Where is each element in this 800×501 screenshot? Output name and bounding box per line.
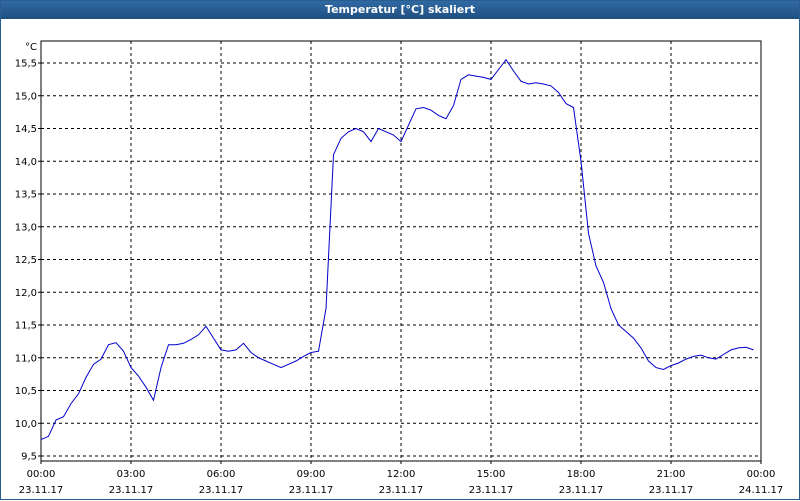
- y-tick-label: 11,5: [15, 321, 37, 332]
- x-tick-time-label: 12:00: [387, 469, 416, 480]
- x-tick-date-label: 23.11.17: [109, 485, 154, 496]
- y-tick-label: 12,0: [15, 288, 37, 299]
- y-tick-label: 12,5: [15, 255, 37, 266]
- chart-window: Temperatur [°C] skaliert 9,5 10,0 10,5 11,0…: [0, 0, 800, 500]
- y-tick-label: 10,5: [15, 386, 37, 397]
- y-tick-label: 9,5: [21, 452, 37, 463]
- y-tick-label: 14,0: [15, 157, 37, 168]
- temperature-chart: 9,5 10,0 10,5 11,0 11,5 12,0 12,5 13,0 13,5 14,0 1…: [15, 40, 784, 496]
- x-tick-date-label: 23.11.17: [469, 485, 514, 496]
- series-line-temperature: [40, 58, 754, 441]
- x-tick-date-label: 23.11.17: [19, 485, 64, 496]
- y-tick-label: 14,5: [15, 124, 37, 135]
- x-tick-date-label: 24.11.17: [739, 485, 784, 496]
- x-tick-time-label: 06:00: [207, 469, 236, 480]
- y-tick-label: 13,5: [15, 190, 37, 201]
- x-tick-date-label: 23.11.17: [289, 485, 334, 496]
- y-tick-label: 11,0: [15, 353, 37, 364]
- x-tick-time-label: 03:00: [117, 469, 146, 480]
- x-tick-time-label: 21:00: [657, 469, 686, 480]
- x-tick-time-label: 15:00: [477, 469, 506, 480]
- y-axis: 9,5 10,0 10,5 11,0 11,5 12,0 12,5 13,0 13,5 14,0 1…: [15, 59, 41, 463]
- x-tick-date-label: 23.11.17: [649, 485, 694, 496]
- y-tick-label: 15,0: [15, 91, 37, 102]
- x-tick-time-label: 18:00: [567, 469, 596, 480]
- x-tick-time-label: 00:00: [27, 469, 56, 480]
- y-tick-label: 10,0: [15, 419, 37, 430]
- x-tick-date-label: 23.11.17: [559, 485, 604, 496]
- x-tick-date-label: 23.11.17: [379, 485, 424, 496]
- x-tick-time-label: 00:00: [747, 469, 776, 480]
- x-axis: 00:00 23.11.17 03:00 23.11.17 06:00 23.11.17 0…: [19, 461, 784, 496]
- y-tick-label: 13,0: [15, 222, 37, 233]
- y-unit-label: °C: [25, 42, 37, 53]
- grid: [41, 41, 761, 461]
- y-tick-label: 15,5: [15, 59, 37, 70]
- x-tick-date-label: 23.11.17: [199, 485, 244, 496]
- x-tick-time-label: 09:00: [297, 469, 326, 480]
